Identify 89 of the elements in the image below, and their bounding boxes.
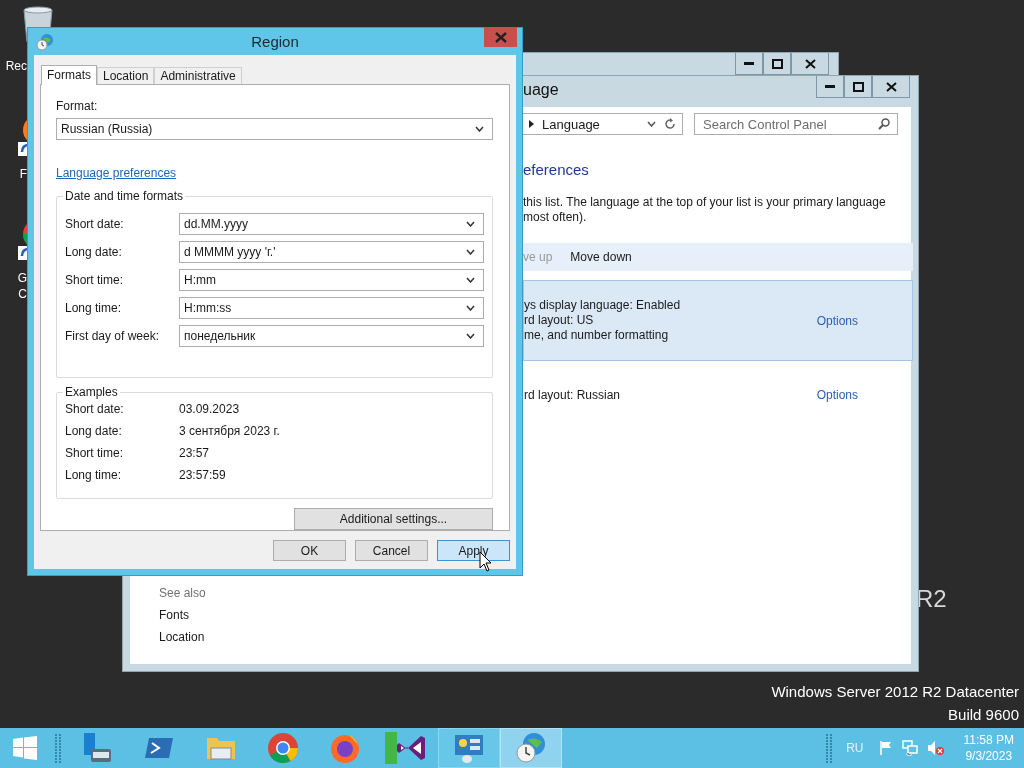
refresh-icon[interactable] bbox=[664, 118, 676, 130]
chrome-icon bbox=[267, 732, 299, 764]
maximize-button[interactable] bbox=[844, 76, 872, 98]
dialog-button[interactable]: OK bbox=[273, 540, 346, 561]
maximize-button[interactable] bbox=[763, 53, 791, 75]
see-also-link[interactable]: Location bbox=[159, 630, 205, 644]
minimize-button[interactable] bbox=[735, 53, 763, 75]
format-dropdown[interactable]: H:mm bbox=[179, 269, 484, 291]
search-icon bbox=[878, 118, 890, 130]
group-title: Examples bbox=[63, 384, 120, 399]
desktop-icon-label[interactable]: F bbox=[19, 166, 27, 182]
group-title: Date and time formats bbox=[63, 189, 186, 203]
dropdown-icon[interactable] bbox=[647, 121, 656, 127]
globe-clock-icon bbox=[36, 33, 54, 51]
chevron-down-icon bbox=[466, 305, 475, 311]
tab[interactable]: Formats bbox=[41, 65, 97, 85]
description-text: this list. The language at the top of your list is your primary language most often). bbox=[523, 195, 887, 225]
example-value: 23:57:59 bbox=[179, 467, 226, 482]
windows-logo-icon bbox=[13, 736, 37, 760]
additional-settings-button[interactable]: Additional settings... bbox=[294, 508, 493, 530]
field-label: Short time: bbox=[65, 273, 125, 287]
breadcrumb-item[interactable]: Language bbox=[542, 116, 600, 132]
control-panel-icon bbox=[453, 732, 485, 764]
example-value: 03.09.2023 bbox=[179, 401, 240, 416]
region-taskbar-button[interactable] bbox=[500, 728, 562, 768]
address-bar[interactable]: Language bbox=[523, 113, 683, 135]
see-also-link[interactable]: Fonts bbox=[159, 608, 189, 622]
example-label: Long date: bbox=[65, 423, 123, 438]
example-value: 3 сентября 2023 г. bbox=[179, 423, 280, 438]
format-dropdown[interactable]: Russian (Russia) bbox=[56, 118, 493, 140]
format-dropdown[interactable]: dd.MM.yyyy bbox=[179, 213, 484, 235]
tab[interactable]: Location bbox=[97, 67, 155, 84]
firefox-icon bbox=[329, 732, 361, 764]
chevron-down-icon bbox=[466, 221, 475, 227]
example-label: Long time: bbox=[65, 467, 123, 482]
field-label: First day of week: bbox=[65, 329, 161, 343]
close-icon bbox=[885, 81, 897, 92]
minimize-icon bbox=[744, 61, 754, 66]
minimize-button[interactable] bbox=[816, 76, 844, 98]
server-toolbox-icon bbox=[81, 732, 113, 764]
field-label: Format: bbox=[56, 99, 98, 113]
see-also-heading: See also bbox=[159, 586, 206, 600]
search-field[interactable]: Search Control Panel bbox=[694, 113, 898, 135]
language-detail: rd layout: US bbox=[524, 313, 595, 328]
format-dropdown[interactable]: d MMMM yyyy 'г.' bbox=[179, 241, 484, 263]
field-label: Long time: bbox=[65, 301, 123, 315]
language-detail: me, and number formatting bbox=[524, 328, 670, 343]
breadcrumb-arrow-icon bbox=[529, 120, 534, 128]
globe-clock-icon bbox=[515, 732, 547, 764]
options-link[interactable]: Options bbox=[816, 313, 858, 328]
options-link[interactable]: Options bbox=[816, 388, 858, 402]
edition-text: Windows Server 2012 R2 Datacenter bbox=[771, 683, 1019, 700]
grip-icon bbox=[54, 733, 62, 763]
example-label: Short date: bbox=[65, 401, 125, 416]
desktop-icon-label[interactable]: C bbox=[18, 286, 27, 302]
close-button[interactable] bbox=[791, 53, 829, 75]
close-icon bbox=[804, 58, 816, 69]
grip-icon bbox=[825, 733, 834, 763]
maximize-icon bbox=[771, 58, 783, 69]
chevron-down-icon bbox=[466, 277, 475, 283]
language-detail: rd layout: Russian bbox=[524, 387, 622, 403]
field-label: Long date: bbox=[65, 245, 123, 259]
tab[interactable]: Administrative bbox=[154, 67, 242, 84]
chevron-down-icon bbox=[466, 249, 475, 255]
toolbar-button[interactable]: Move down bbox=[570, 250, 632, 264]
control-panel-taskbar-button[interactable] bbox=[438, 728, 500, 768]
field-label: Short date: bbox=[65, 217, 125, 231]
example-value: 23:57 bbox=[179, 445, 210, 460]
format-dropdown[interactable]: понедельник bbox=[179, 325, 484, 347]
chevron-down-icon bbox=[466, 333, 475, 339]
format-dropdown[interactable]: H:mm:ss bbox=[179, 297, 484, 319]
minimize-icon bbox=[825, 84, 835, 89]
language-item[interactable]: ys display language: Enabled rd layout: US me, and number formatting Options bbox=[523, 280, 913, 361]
muted-speaker-icon[interactable] bbox=[926, 740, 945, 756]
language-item[interactable]: rd layout: Russian Options bbox=[523, 370, 913, 420]
close-button[interactable] bbox=[872, 76, 910, 98]
language-detail: ys display language: Enabled bbox=[524, 298, 682, 313]
desktop-icon-label[interactable]: G bbox=[17, 270, 27, 286]
page-heading: eferences bbox=[523, 161, 589, 178]
edition-text: Build 9600 bbox=[948, 706, 1019, 723]
example-label: Short time: bbox=[65, 445, 125, 460]
maximize-icon bbox=[852, 81, 864, 92]
chevron-down-icon bbox=[475, 126, 484, 132]
dialog-button[interactable]: Cancel bbox=[355, 540, 428, 561]
desktop-icon-label[interactable]: Rec bbox=[5, 58, 27, 74]
window-title: uage bbox=[523, 81, 559, 99]
dialog-title: Region bbox=[251, 33, 299, 50]
language-preferences-link[interactable]: Language preferences bbox=[56, 166, 177, 180]
close-icon bbox=[494, 31, 507, 43]
